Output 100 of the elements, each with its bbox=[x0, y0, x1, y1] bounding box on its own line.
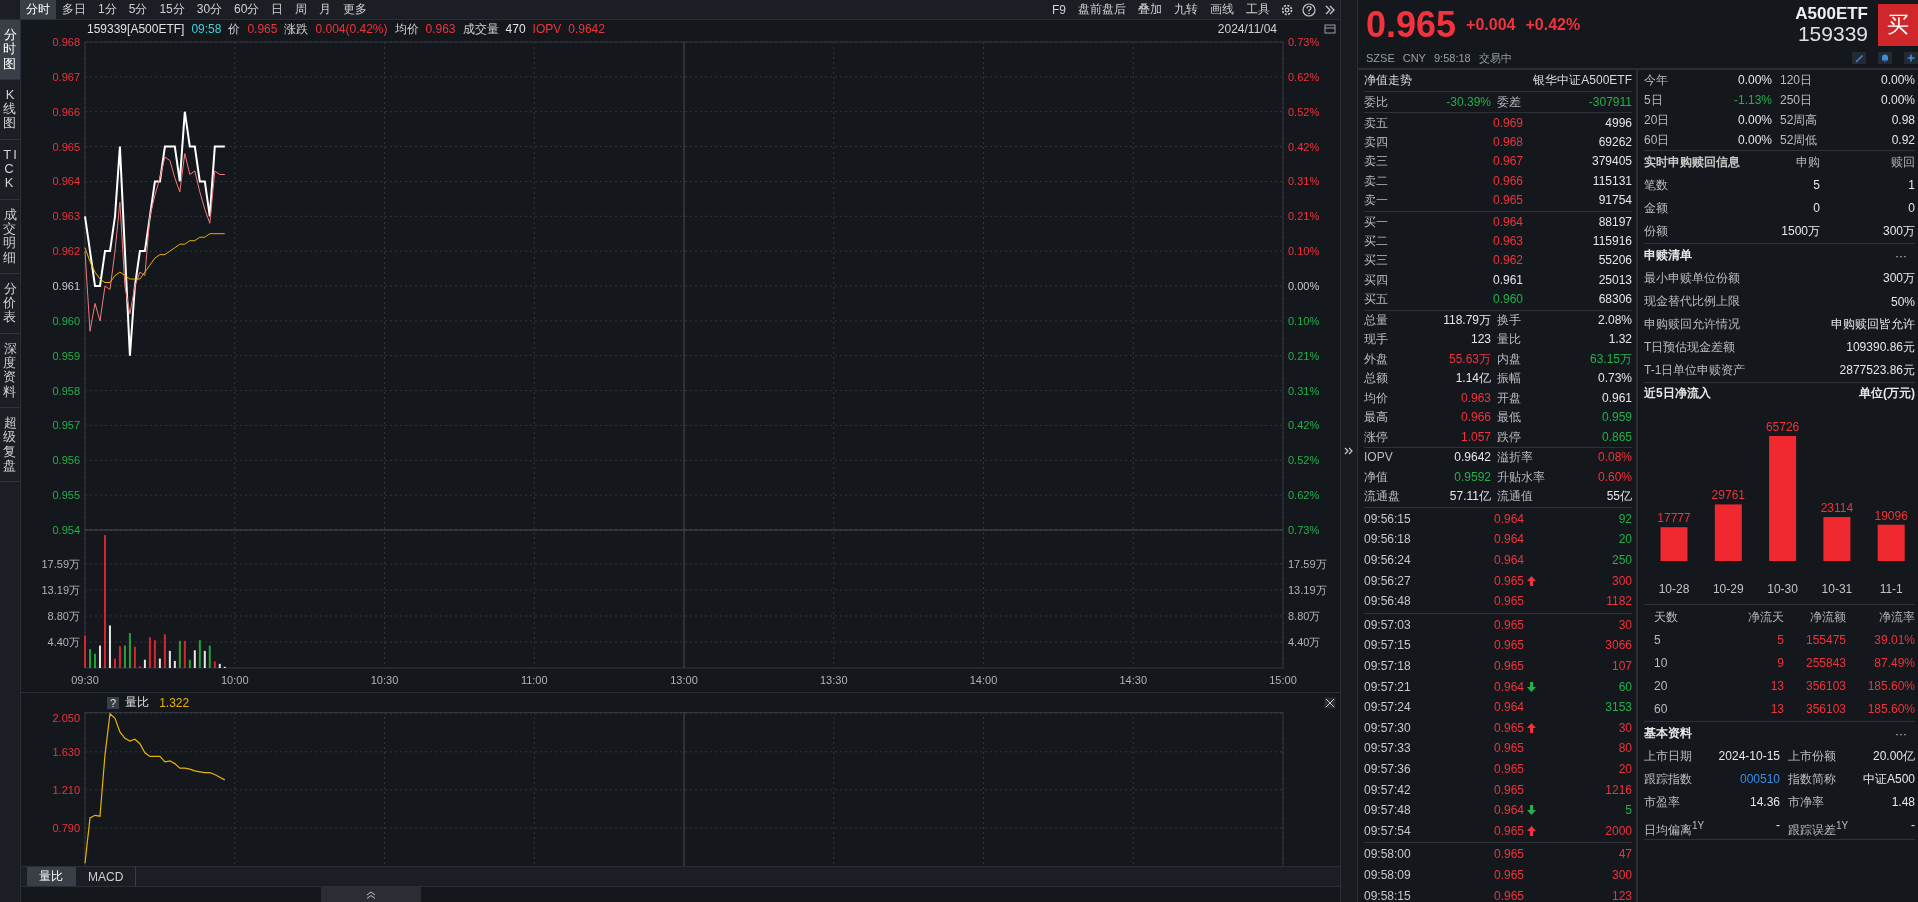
time-axis-label: 11:00 bbox=[520, 674, 548, 684]
period-tab[interactable]: 30分 bbox=[190, 0, 229, 19]
index-code-link[interactable]: 000510 bbox=[1710, 768, 1780, 791]
side-tab[interactable]: 分时图 bbox=[0, 20, 20, 80]
percent-axis-label: 0.62% bbox=[1288, 70, 1320, 83]
order-price: 0.967 bbox=[1491, 153, 1523, 171]
fund-code: 159339 bbox=[1797, 22, 1868, 45]
side-tab[interactable]: 深度资料 bbox=[0, 333, 20, 408]
field-value: - bbox=[1775, 817, 1780, 834]
period-tab[interactable]: 60分 bbox=[228, 0, 266, 19]
price-axis-label: 0.956 bbox=[52, 454, 80, 467]
order-volume: 88197 bbox=[1597, 213, 1632, 231]
percent-axis-label: 0.42% bbox=[1288, 140, 1320, 153]
pencil-icon[interactable] bbox=[1852, 52, 1866, 64]
toolbar-button[interactable]: 工具 bbox=[1240, 0, 1276, 19]
order-volume: 68306 bbox=[1597, 290, 1632, 308]
settings-icon[interactable] bbox=[1280, 2, 1294, 17]
period-tab[interactable]: 周 bbox=[289, 0, 314, 19]
period-tab[interactable]: 月 bbox=[313, 0, 338, 19]
price-axis-label: 0.967 bbox=[52, 70, 80, 83]
trade-price: 0.965 bbox=[1492, 761, 1524, 778]
toolbar-button[interactable]: 九转 bbox=[1168, 0, 1204, 19]
field-value: -1.13% bbox=[1732, 92, 1772, 109]
nav-trend-link[interactable]: 净值走势 bbox=[1364, 72, 1412, 89]
trade-price: 0.965 bbox=[1492, 593, 1524, 611]
period-tab[interactable]: 5分 bbox=[122, 0, 154, 19]
indicator-tab[interactable]: 量比 bbox=[27, 867, 76, 886]
indicator-label: 量比 bbox=[125, 694, 150, 711]
close-icon[interactable] bbox=[1324, 696, 1336, 709]
double-chevron-icon[interactable] bbox=[1344, 446, 1354, 456]
period-tab[interactable]: 日 bbox=[265, 0, 290, 19]
quote-date: 2024/11/04 bbox=[1217, 22, 1277, 36]
time-axis-label: 15:00 bbox=[1269, 674, 1297, 684]
period-tab[interactable]: 多日 bbox=[56, 0, 92, 19]
inflow-bar bbox=[1660, 527, 1688, 561]
indicator-value: 1.322 bbox=[159, 695, 190, 710]
toolbar-button[interactable]: 盘前盘后 bbox=[1072, 0, 1132, 19]
double-up-chevron-icon[interactable] bbox=[365, 890, 376, 899]
trade-time: 09:58:00 bbox=[1364, 846, 1412, 864]
last-price: 0.965 bbox=[1366, 4, 1457, 46]
order-volume: 4996 bbox=[1604, 115, 1632, 132]
field-label: 跟踪指数 bbox=[1644, 771, 1693, 788]
plus-icon[interactable] bbox=[1904, 52, 1918, 64]
column-header: 赎回 bbox=[1890, 154, 1915, 171]
trade-time: 09:57:21 bbox=[1364, 678, 1412, 696]
toolbar-button[interactable]: 画线 bbox=[1204, 0, 1240, 19]
period-tab[interactable]: 1分 bbox=[92, 0, 123, 19]
quote-label: 价 bbox=[228, 20, 241, 38]
help-icon[interactable] bbox=[1302, 2, 1316, 17]
section-title: 实时申购赎回信息 bbox=[1644, 154, 1741, 171]
double-chevron-icon[interactable] bbox=[1324, 3, 1336, 16]
trade-time: 09:57:48 bbox=[1364, 802, 1412, 820]
price-axis-label: 0.958 bbox=[52, 384, 80, 397]
more-button[interactable]: ··· bbox=[1895, 726, 1915, 741]
side-tab[interactable]: K线图 bbox=[0, 79, 20, 140]
quote-label: 涨跌 bbox=[284, 20, 309, 38]
trade-volume: 1216 bbox=[1604, 781, 1632, 799]
buy-button[interactable]: 买 bbox=[1878, 4, 1918, 46]
trade-volume: 2000 bbox=[1604, 822, 1632, 840]
order-volume: 55206 bbox=[1597, 252, 1632, 270]
field-value: 中证A500 bbox=[1861, 771, 1915, 788]
side-tab[interactable]: TICK bbox=[0, 139, 20, 200]
trade-volume: 30 bbox=[1617, 616, 1632, 634]
quote-time: 09:58 bbox=[191, 22, 222, 36]
help-button[interactable]: ? bbox=[107, 696, 120, 709]
table-cell-text: 20 bbox=[1653, 678, 1669, 695]
panel-icon[interactable] bbox=[1324, 23, 1336, 35]
side-tab[interactable]: 超级复盘 bbox=[0, 407, 20, 483]
field-label: 市盈率 bbox=[1644, 794, 1681, 811]
field-value: 0.08% bbox=[1596, 449, 1632, 467]
trade-time: 09:57:24 bbox=[1364, 699, 1412, 717]
expand-handle[interactable] bbox=[320, 887, 421, 902]
more-button[interactable]: ··· bbox=[1895, 248, 1915, 263]
trade-volume: 47 bbox=[1617, 846, 1632, 864]
trade-time: 09:57:30 bbox=[1364, 719, 1412, 737]
field-value: 5 bbox=[1812, 177, 1820, 194]
field-label: 52周高 bbox=[1779, 112, 1819, 129]
period-tab[interactable]: 更多 bbox=[337, 0, 374, 19]
price-axis-label: 0.957 bbox=[52, 419, 80, 432]
order-level-label: 买四 bbox=[1364, 271, 1389, 289]
field-value: 0.00% bbox=[1736, 72, 1772, 89]
toolbar-button[interactable]: 叠加 bbox=[1132, 0, 1168, 19]
field-label: T-1日单位申赎资产 bbox=[1644, 362, 1746, 379]
side-tab[interactable]: 成交明细 bbox=[0, 199, 20, 274]
period-tab[interactable]: 分时 bbox=[20, 0, 56, 19]
order-volume: 69262 bbox=[1597, 134, 1632, 152]
indicator-tab[interactable]: MACD bbox=[76, 867, 137, 886]
bell-icon[interactable] bbox=[1878, 52, 1892, 64]
table-cell-text: 356103 bbox=[1804, 678, 1846, 695]
field-value: 0.865 bbox=[1600, 428, 1632, 446]
side-tab[interactable]: 分价表 bbox=[0, 273, 20, 334]
toolbar-button[interactable]: F9 bbox=[1046, 0, 1072, 19]
field-value: 2877523.86元 bbox=[1839, 362, 1915, 379]
field-label: 委比 bbox=[1364, 94, 1389, 111]
table-cell-text: 5 bbox=[1653, 632, 1662, 649]
time-axis-label: 14:00 bbox=[969, 674, 998, 684]
period-tab[interactable]: 15分 bbox=[153, 0, 191, 19]
trade-price: 0.965 bbox=[1492, 887, 1524, 902]
exchange-label: SZSE bbox=[1366, 52, 1395, 64]
order-level-label: 卖四 bbox=[1364, 134, 1389, 152]
